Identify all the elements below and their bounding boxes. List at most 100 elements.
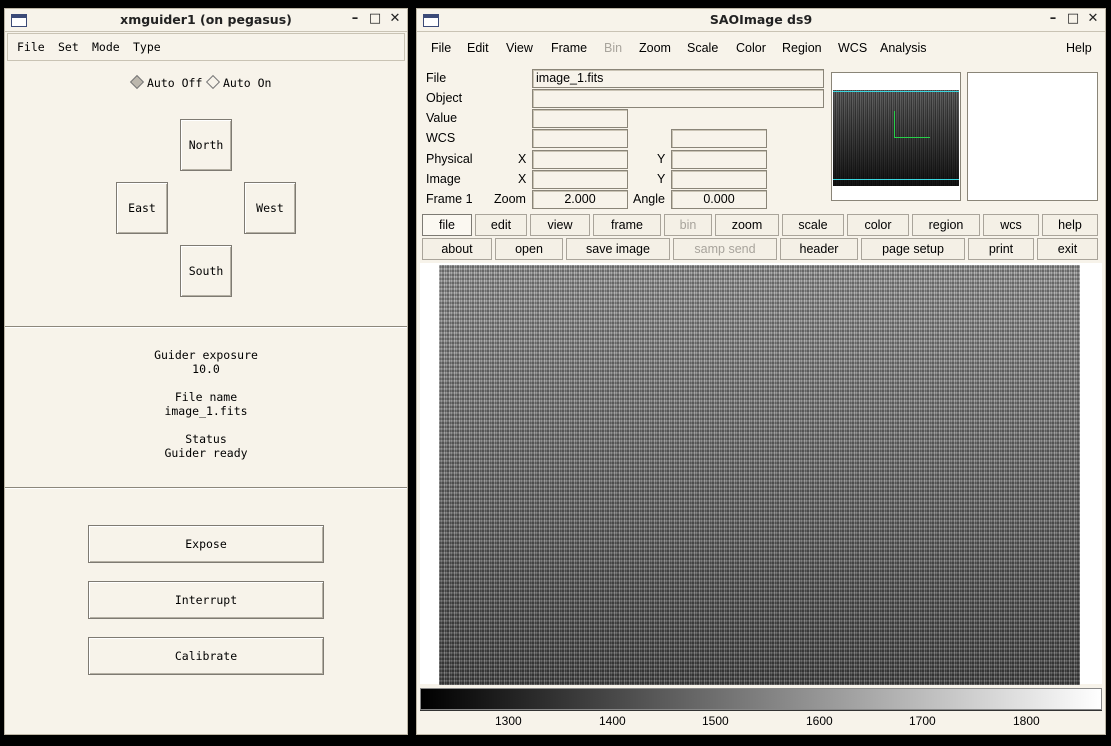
status-label: Status <box>185 432 227 446</box>
menu-analysis[interactable]: Analysis <box>880 41 927 55</box>
auto-off-label: Auto Off <box>147 76 203 90</box>
ds9-menubar: File Edit View Frame Bin Zoom Scale Colo… <box>417 35 1105 61</box>
menu-set[interactable]: Set <box>58 40 79 54</box>
zoom-field: 2.000 <box>532 190 628 209</box>
physical-x-field <box>532 150 628 169</box>
maximize-icon[interactable]: □ <box>1065 11 1081 27</box>
xmguider-titlebar[interactable]: xmguider1 (on pegasus) – □ ✕ <box>5 9 407 32</box>
menu-wcs[interactable]: WCS <box>838 41 867 55</box>
value-field <box>532 109 628 128</box>
ds9-window: SAOImage ds9 – □ ✕ File Edit View Frame … <box>416 8 1106 735</box>
btn-file[interactable]: file <box>422 214 472 236</box>
close-icon[interactable]: ✕ <box>1085 11 1101 27</box>
south-button[interactable]: South <box>180 245 232 297</box>
menu-file[interactable]: File <box>17 40 45 54</box>
menu-zoom[interactable]: Zoom <box>639 41 671 55</box>
menu-color[interactable]: Color <box>736 41 766 55</box>
image-label: Image <box>426 172 461 186</box>
auto-on-radio[interactable]: Auto On <box>205 74 272 90</box>
colorbar-tick: 1800 <box>1013 714 1040 728</box>
filename-label: File name <box>174 390 238 404</box>
image-x-field <box>532 170 628 189</box>
menu-scale[interactable]: Scale <box>687 41 718 55</box>
minimize-icon[interactable]: – <box>347 11 363 27</box>
calibrate-button[interactable]: Calibrate <box>88 637 324 675</box>
panner[interactable] <box>831 72 961 201</box>
minimize-icon[interactable]: – <box>1045 11 1061 27</box>
btn-about[interactable]: about <box>422 238 492 260</box>
image-canvas[interactable] <box>420 263 1102 685</box>
value-label: Value <box>426 111 458 125</box>
compass-north-line <box>894 111 895 137</box>
physical-x-label: X <box>518 152 527 166</box>
btn-page-setup[interactable]: page setup <box>861 238 965 260</box>
btn-wcs[interactable]: wcs <box>983 214 1039 236</box>
angle-label: Angle <box>633 192 665 206</box>
btn-bin[interactable]: bin <box>664 214 712 236</box>
exposure-label: Guider exposure <box>154 348 258 362</box>
image-y-field <box>671 170 767 189</box>
menu-edit[interactable]: Edit <box>467 41 489 55</box>
btn-header[interactable]: header <box>780 238 858 260</box>
maximize-icon[interactable]: □ <box>367 11 383 27</box>
wcs-field-1 <box>532 129 628 148</box>
colorbar-tick: 1500 <box>702 714 729 728</box>
btn-view[interactable]: view <box>530 214 590 236</box>
window-title: SAOImage ds9 <box>709 12 813 27</box>
panner-bbox-bottom <box>833 179 959 180</box>
xmguider-window: xmguider1 (on pegasus) – □ ✕ File Set Mo… <box>4 8 408 735</box>
interrupt-button[interactable]: Interrupt <box>88 581 324 619</box>
panner-bbox-top <box>833 91 959 92</box>
btn-exit[interactable]: exit <box>1037 238 1098 260</box>
ds9-titlebar[interactable]: SAOImage ds9 – □ ✕ <box>417 9 1105 32</box>
menu-view[interactable]: View <box>506 41 533 55</box>
magnifier <box>967 72 1098 201</box>
menu-frame[interactable]: Frame <box>551 41 587 55</box>
east-button[interactable]: East <box>116 182 168 234</box>
btn-zoom[interactable]: zoom <box>715 214 779 236</box>
btn-region[interactable]: region <box>912 214 980 236</box>
auto-on-label: Auto On <box>223 76 272 90</box>
menu-region[interactable]: Region <box>782 41 822 55</box>
fits-image <box>439 265 1080 685</box>
radio-diamond-icon <box>129 74 145 90</box>
menu-bin[interactable]: Bin <box>604 41 622 55</box>
btn-help[interactable]: help <box>1042 214 1098 236</box>
status-value: Guider ready <box>164 446 248 460</box>
colorbar-tick: 1400 <box>599 714 626 728</box>
expose-button[interactable]: Expose <box>88 525 324 563</box>
colorbar[interactable] <box>420 688 1102 710</box>
btn-edit[interactable]: edit <box>475 214 527 236</box>
west-button[interactable]: West <box>244 182 296 234</box>
file-label: File <box>426 71 447 85</box>
auto-off-radio[interactable]: Auto Off <box>129 74 203 90</box>
xmguider-menubar: File Set Mode Type <box>7 33 405 61</box>
filename-value: image_1.fits <box>164 404 248 418</box>
north-button[interactable]: North <box>180 119 232 171</box>
colorbar-tick: 1700 <box>909 714 936 728</box>
separator <box>5 487 407 489</box>
radio-diamond-icon <box>205 74 221 90</box>
btn-scale[interactable]: scale <box>782 214 844 236</box>
physical-y-field <box>671 150 767 169</box>
menu-type[interactable]: Type <box>133 40 161 54</box>
menu-file[interactable]: File <box>431 41 451 55</box>
btn-save-image[interactable]: save image <box>566 238 670 260</box>
physical-label: Physical <box>426 152 473 166</box>
status-panel: Guider exposure 10.0 File name image_1.f… <box>5 348 407 460</box>
exposure-value: 10.0 <box>192 362 220 376</box>
wcs-label: WCS <box>426 131 456 145</box>
btn-print[interactable]: print <box>968 238 1034 260</box>
object-field <box>532 89 824 108</box>
btn-color[interactable]: color <box>847 214 909 236</box>
menu-mode[interactable]: Mode <box>92 40 120 54</box>
colorbar-tick: 1600 <box>806 714 833 728</box>
btn-frame[interactable]: frame <box>593 214 661 236</box>
menu-help[interactable]: Help <box>1066 41 1092 55</box>
btn-samp-send[interactable]: samp send <box>673 238 777 260</box>
separator <box>5 326 407 328</box>
close-icon[interactable]: ✕ <box>387 11 403 27</box>
colorbar-axis <box>420 710 1102 711</box>
btn-open[interactable]: open <box>495 238 563 260</box>
zoom-label: Zoom <box>494 192 526 206</box>
